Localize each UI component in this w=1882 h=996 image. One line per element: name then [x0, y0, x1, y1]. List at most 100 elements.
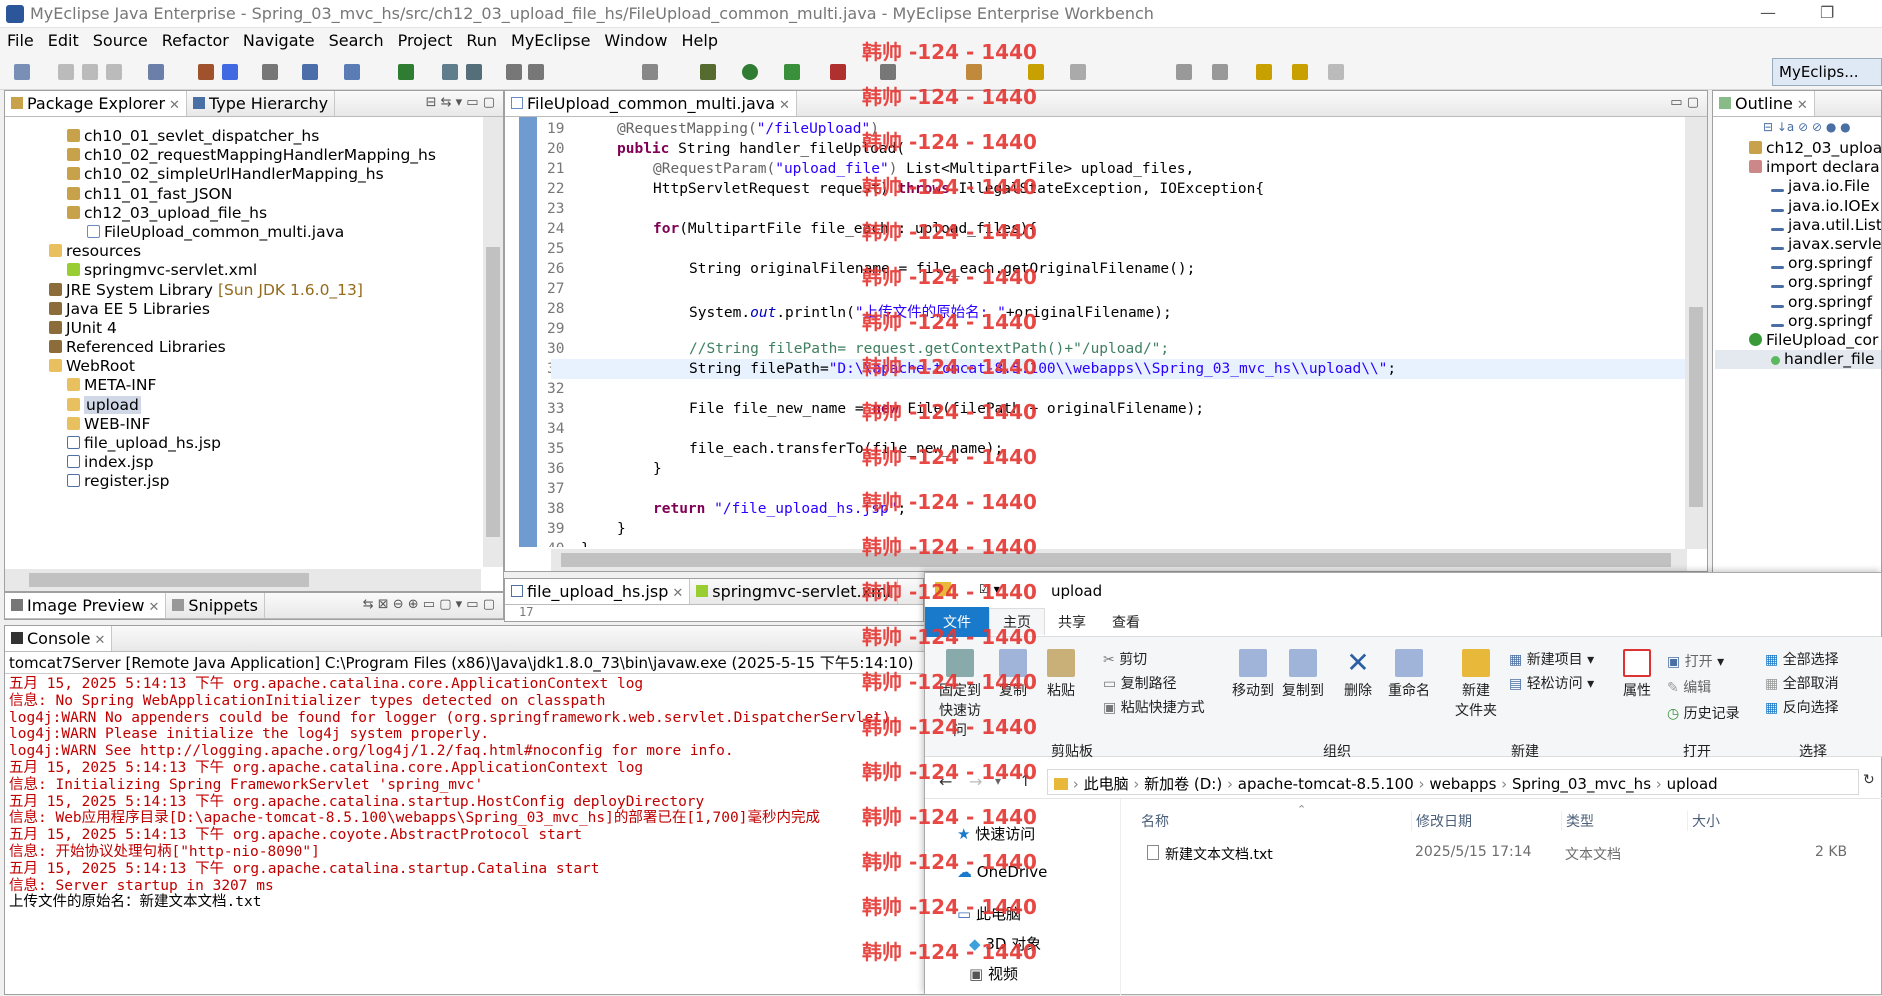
- external-tools-icon[interactable]: [830, 64, 846, 80]
- tab-package-explorer[interactable]: Package Explorer ✕: [5, 91, 187, 116]
- tree-item[interactable]: resources: [5, 242, 481, 261]
- tree-item[interactable]: springmvc-servlet.xml: [5, 261, 481, 280]
- run-config-icon[interactable]: [784, 64, 800, 80]
- outline-toolbar-icons[interactable]: ⊟ ↓a ⊘ ⊘ ● ●: [1713, 117, 1881, 139]
- new-project-icon[interactable]: [148, 64, 164, 80]
- new-item-button[interactable]: ▦ 新建项目 ▾: [1509, 649, 1594, 669]
- menu-help[interactable]: Help: [675, 28, 725, 50]
- tab-type-hierarchy[interactable]: Type Hierarchy: [187, 91, 336, 116]
- view-menu-icons[interactable]: ⊟ ⇆ ▾ ▭ ▢: [426, 95, 495, 110]
- globe-icon[interactable]: [466, 64, 482, 80]
- tree-item[interactable]: ch10_02_simpleUrlHandlerMapping_hs: [5, 165, 481, 184]
- tree-item[interactable]: ch10_01_sevlet_dispatcher_hs: [5, 127, 481, 146]
- scrollbar-thumb[interactable]: [29, 573, 309, 587]
- tool-icon[interactable]: [528, 64, 544, 80]
- menu-source[interactable]: Source: [86, 28, 155, 50]
- cut-button[interactable]: ✂ 剪切: [1103, 649, 1147, 669]
- new-folder-button[interactable]: 新建 文件夹: [1453, 649, 1499, 720]
- tree-item[interactable]: FileUpload_common_multi.java: [5, 223, 481, 242]
- select-none-button[interactable]: ▦ 全部取消: [1765, 673, 1839, 693]
- ribbon-tab-view[interactable]: 查看: [1099, 609, 1153, 635]
- tree-item[interactable]: index.jsp: [5, 453, 481, 472]
- outline-item[interactable]: java.io.IOEx: [1715, 197, 1881, 216]
- tree-item-selected[interactable]: upload: [5, 395, 481, 415]
- history-button[interactable]: ◷ 历史记录: [1667, 703, 1740, 723]
- refresh-icon[interactable]: ↻: [1863, 772, 1875, 788]
- menu-myeclipse[interactable]: MyEclipse: [504, 28, 597, 50]
- tree-item[interactable]: Java EE 5 Libraries: [5, 300, 481, 319]
- outline-item[interactable]: import declara: [1715, 158, 1881, 177]
- paste-button[interactable]: 粘贴: [1041, 649, 1081, 700]
- open-type-icon[interactable]: [198, 64, 214, 80]
- address-bar[interactable]: › 此电脑 › 新加卷 (D:) › apache-tomcat-8.5.100…: [1047, 769, 1859, 795]
- tree-item[interactable]: WebRoot: [5, 357, 481, 376]
- close-icon[interactable]: ✕: [148, 600, 159, 615]
- menu-run[interactable]: Run: [459, 28, 504, 50]
- tree-item[interactable]: JUnit 4: [5, 319, 481, 338]
- tab-java-file[interactable]: FileUpload_common_multi.java ✕: [505, 91, 797, 116]
- menu-edit[interactable]: Edit: [41, 28, 86, 50]
- save-icon[interactable]: [58, 64, 74, 80]
- menu-refactor[interactable]: Refactor: [155, 28, 236, 50]
- breadcrumb-item[interactable]: upload: [1667, 775, 1718, 793]
- vertical-scrollbar[interactable]: [483, 117, 503, 567]
- editor-vertical-scrollbar[interactable]: [1685, 117, 1707, 549]
- tree-item[interactable]: ch10_02_requestMappingHandlerMapping_hs: [5, 146, 481, 165]
- invert-selection-button[interactable]: ▦ 反向选择: [1765, 697, 1839, 717]
- menu-file[interactable]: File: [0, 28, 41, 50]
- tab-console[interactable]: Console ✕: [5, 626, 113, 651]
- print-icon[interactable]: [106, 64, 122, 80]
- open-button[interactable]: ▣ 打开 ▾: [1667, 651, 1724, 671]
- deploy-icon[interactable]: [302, 64, 318, 80]
- ribbon-tab-share[interactable]: 共享: [1045, 609, 1099, 635]
- tab-image-preview[interactable]: Image Preview ✕: [5, 593, 167, 618]
- column-size[interactable]: 大小: [1687, 811, 1720, 831]
- close-icon[interactable]: ✕: [779, 98, 790, 113]
- breadcrumb-item[interactable]: 新加卷 (D:): [1144, 775, 1222, 793]
- bulb-icon[interactable]: [1028, 64, 1044, 80]
- open-task-icon[interactable]: [880, 64, 896, 80]
- menu-navigate[interactable]: Navigate: [236, 28, 322, 50]
- tree-item[interactable]: register.jsp: [5, 472, 481, 491]
- properties-button[interactable]: 属性: [1619, 649, 1655, 700]
- tree-item[interactable]: file_upload_hs.jsp: [5, 434, 481, 453]
- paste-shortcut-button[interactable]: ▣ 粘贴快捷方式: [1103, 697, 1205, 717]
- outline-item[interactable]: java.io.File: [1715, 177, 1881, 196]
- editor-view-icons[interactable]: ▭ ▢: [1670, 95, 1699, 110]
- outline-item[interactable]: java.util.List: [1715, 216, 1881, 235]
- menu-search[interactable]: Search: [322, 28, 391, 50]
- outline-item[interactable]: ch12_03_uploa: [1715, 139, 1881, 158]
- window-icon[interactable]: [642, 64, 658, 80]
- close-icon[interactable]: ✕: [169, 98, 180, 113]
- code-area[interactable]: 19 20 21 22 23 24 25 26 27 28 29 30 31 3…: [505, 117, 1685, 547]
- next-annotation-icon[interactable]: [1212, 64, 1228, 80]
- close-icon[interactable]: ✕: [1797, 98, 1808, 113]
- column-date[interactable]: 修改日期: [1411, 811, 1472, 831]
- outline-item[interactable]: org.springf: [1715, 273, 1881, 292]
- breadcrumb-item[interactable]: Spring_03_mvc_hs: [1512, 775, 1651, 793]
- file-row[interactable]: 新建文本文档.txt 2025/5/15 17:14 文本文档 2 KB: [1121, 839, 1882, 867]
- menu-project[interactable]: Project: [391, 28, 460, 50]
- tree-item[interactable]: META-INF: [5, 376, 481, 395]
- server-icon[interactable]: [262, 64, 278, 80]
- column-name[interactable]: 名称: [1141, 811, 1169, 831]
- editor-horizontal-scrollbar[interactable]: [551, 549, 1687, 571]
- rename-button[interactable]: 重命名: [1387, 649, 1431, 700]
- save-all-icon[interactable]: [82, 64, 98, 80]
- menu-window[interactable]: Window: [597, 28, 674, 50]
- close-icon[interactable]: ✕: [95, 633, 106, 648]
- tree-item[interactable]: WEB-INF: [5, 415, 481, 434]
- tab-outline[interactable]: Outline ✕: [1713, 91, 1815, 116]
- tree-item[interactable]: Referenced Libraries: [5, 338, 481, 357]
- tree-item[interactable]: ch11_01_fast_JSON: [5, 185, 481, 204]
- run-icon[interactable]: [742, 64, 758, 80]
- outline-item[interactable]: FileUpload_cor: [1715, 331, 1881, 350]
- open-resource-icon[interactable]: [222, 64, 238, 80]
- nav-videos[interactable]: ▣ 视频: [969, 963, 1018, 984]
- web-icon[interactable]: [344, 64, 360, 80]
- breadcrumb-item[interactable]: 此电脑: [1084, 775, 1129, 793]
- outline-item[interactable]: org.springf: [1715, 312, 1881, 331]
- tree-item[interactable]: JRE System Library [Sun JDK 1.6.0_13]: [5, 281, 481, 300]
- edit-button[interactable]: ✎ 编辑: [1667, 677, 1711, 697]
- outline-item-selected[interactable]: handler_file: [1715, 350, 1881, 370]
